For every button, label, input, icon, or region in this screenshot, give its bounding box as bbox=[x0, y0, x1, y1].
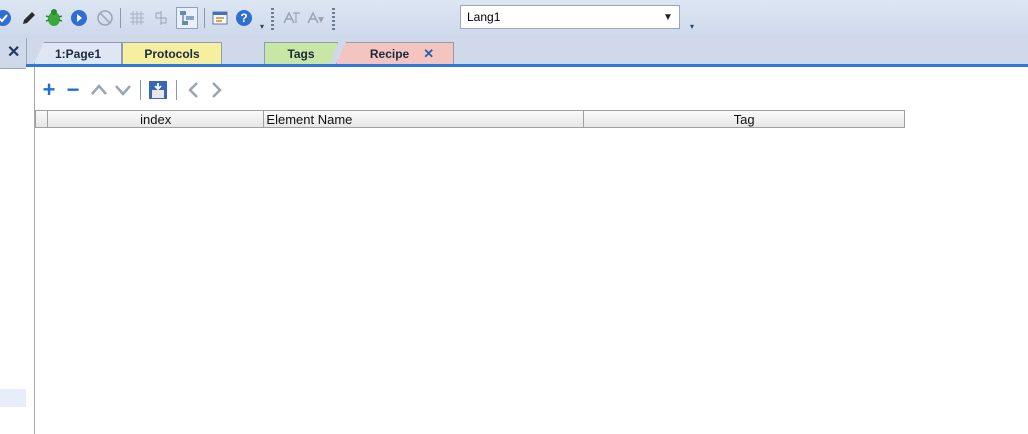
table-header: index Element Name Tag bbox=[35, 110, 905, 130]
toolbar-overflow-icon-2[interactable]: ▾ bbox=[688, 20, 696, 32]
language-select-value: Lang1 bbox=[467, 10, 501, 24]
tab-recipe[interactable]: Recipe ✕ bbox=[336, 42, 454, 64]
column-header-element-name[interactable]: Element Name bbox=[263, 110, 584, 128]
properties-icon[interactable] bbox=[211, 9, 229, 27]
column-header-label: index bbox=[140, 111, 172, 127]
tab-label: Protocols bbox=[144, 46, 200, 61]
column-header-index[interactable]: index bbox=[46, 110, 264, 128]
row-selector-header[interactable] bbox=[35, 110, 47, 128]
verify-icon[interactable] bbox=[0, 9, 12, 27]
tab-tags[interactable]: Tags bbox=[264, 42, 338, 64]
tab-label: Recipe bbox=[369, 46, 410, 61]
tab-page1[interactable]: 1:Page1 bbox=[34, 42, 122, 64]
svg-text:?: ? bbox=[240, 11, 247, 25]
recipe-content: + − index Element Name Tag bbox=[34, 67, 1028, 434]
main-toolbar: ? ▾ Lang1 ▼ ▾ bbox=[0, 0, 1028, 38]
toolbar-overflow-icon[interactable]: ▾ bbox=[258, 20, 266, 32]
column-header-label: Element Name bbox=[266, 111, 353, 127]
remove-icon[interactable]: − bbox=[63, 77, 83, 102]
language-select[interactable]: Lang1 ▼ bbox=[460, 5, 680, 29]
tab-protocols[interactable]: Protocols bbox=[122, 42, 222, 64]
translate-icon bbox=[282, 9, 302, 27]
pencil-icon[interactable] bbox=[20, 9, 38, 27]
recipe-editor: + − index Element Name Tag bbox=[26, 67, 1028, 434]
next-icon[interactable] bbox=[209, 79, 225, 101]
left-panel: ✕ bbox=[0, 38, 27, 434]
tab-label: Tags bbox=[287, 46, 315, 61]
layout-icon[interactable] bbox=[176, 7, 198, 29]
column-header-label: Tag bbox=[733, 111, 755, 127]
run-icon[interactable] bbox=[70, 9, 88, 27]
align-icon bbox=[152, 9, 170, 27]
grid-icon bbox=[128, 9, 146, 27]
import-icon[interactable] bbox=[147, 79, 169, 101]
move-down-icon[interactable] bbox=[113, 79, 133, 101]
translate-font-icon bbox=[306, 9, 326, 27]
previous-icon[interactable] bbox=[185, 79, 201, 101]
tab-label: 1:Page1 bbox=[54, 46, 102, 61]
left-panel-header: ✕ bbox=[0, 38, 26, 69]
close-icon[interactable]: ✕ bbox=[7, 42, 20, 62]
column-header-tag[interactable]: Tag bbox=[583, 110, 905, 128]
add-icon[interactable]: + bbox=[39, 77, 59, 102]
document-tabs: 1:Page1 Protocols Tags Recipe ✕ bbox=[26, 38, 1028, 68]
chevron-down-icon[interactable]: ▼ bbox=[659, 8, 677, 26]
left-panel-selected-row[interactable] bbox=[0, 389, 26, 407]
move-up-icon[interactable] bbox=[89, 79, 109, 101]
debug-icon[interactable] bbox=[44, 8, 64, 28]
help-icon[interactable]: ? bbox=[235, 9, 253, 27]
close-icon[interactable]: ✕ bbox=[423, 46, 434, 62]
stop-icon bbox=[96, 9, 114, 27]
